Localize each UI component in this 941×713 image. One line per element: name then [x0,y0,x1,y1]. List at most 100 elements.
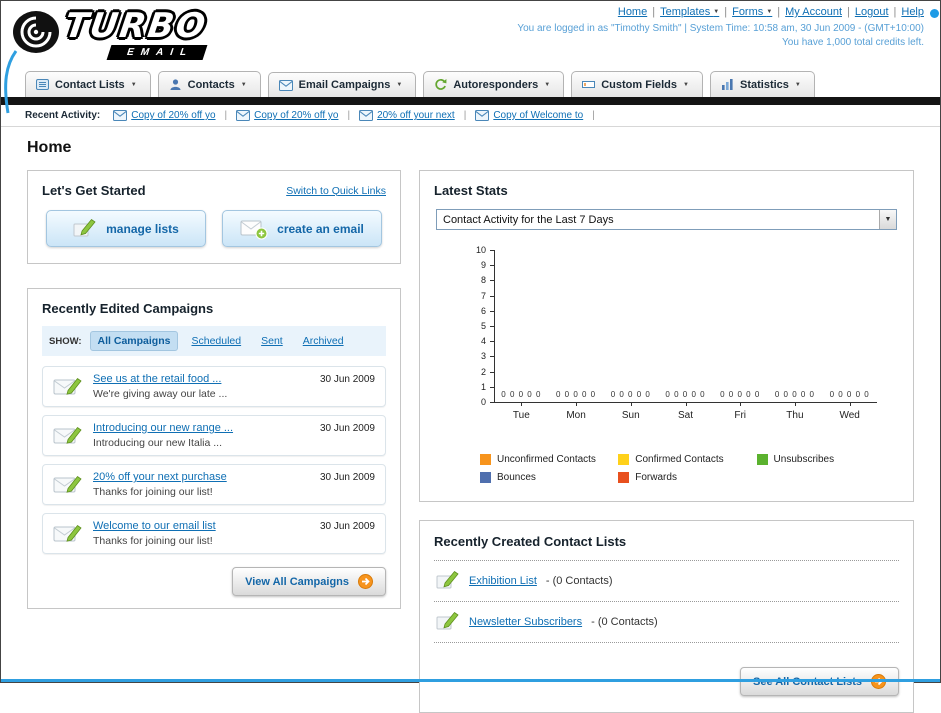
contact-list-items: Exhibition List - (0 Contacts) Newsletter … [434,561,899,643]
campaign-filter-archived[interactable]: Archived [296,332,351,350]
campaign-filter-scheduled[interactable]: Scheduled [184,332,248,350]
nav-tab-label: Statistics [739,78,789,91]
credits-info: You have 1,000 total credits left. [782,37,924,48]
contact-lists-title: Recently Created Contact Lists [434,534,627,549]
x-axis-label: Sun [621,410,640,421]
campaign-subtitle: Introducing our new Italia ... [93,437,222,449]
separator: | [777,6,781,18]
nav-tab-label: Email Campaigns [298,79,391,91]
nav-tab-label: Custom Fields [601,78,678,91]
recent-activity-item[interactable]: 20% off your next [359,110,455,121]
x-tick [576,402,578,406]
top-link-templates[interactable]: Templates ▼ [660,6,719,18]
campaign-row: See us at the retail food ... We're givin… [42,366,386,407]
recent-activity-bar: Recent Activity: Copy of 20% off yo | Copy… [1,105,940,127]
legend-swatch [480,454,491,465]
show-label: SHOW: [49,335,82,347]
nav-tab-autoresponders[interactable]: Autoresponders ▼ [423,71,565,97]
campaign-title-link[interactable]: 20% off your next purchase [93,471,310,483]
campaign-title-link[interactable]: Welcome to our email list [93,520,310,532]
recent-activity-item[interactable]: Copy of 20% off yo [113,110,216,121]
legend-item: Bounces [480,472,618,483]
y-axis-label: 4 [480,336,486,347]
legend-label: Forwards [635,472,677,483]
nav-tab-email-campaigns[interactable]: Email Campaigns ▼ [267,72,417,97]
recent-activity-item-label: Copy of 20% off yo [254,110,339,121]
button-label: manage lists [106,221,179,236]
separator: | [847,6,850,18]
get-started-buttons: manage lists create an email [42,210,386,251]
content-area: Home Let's Get Started Switch to Quick L… [1,127,940,713]
contact-list-link[interactable]: Newsletter Subscribers [469,616,582,628]
switch-to-quick-links-link[interactable]: Switch to Quick Links [286,185,386,197]
y-tick [490,341,494,343]
x-tick [794,402,796,406]
x-tick [849,402,851,406]
campaign-info: Introducing our new range ... Introducing… [93,422,310,449]
y-axis-label: 10 [475,245,486,255]
logo-text: TURBO [62,6,210,46]
stats-period-select[interactable]: Contact Activity for the Last 7 Days ▼ [436,209,897,230]
campaign-row: Introducing our new range ... Introducing… [42,415,386,456]
campaign-date: 30 Jun 2009 [319,374,375,385]
chevron-down-icon: ▼ [794,81,801,88]
top-link-home[interactable]: Home [618,6,647,18]
y-axis-label: 9 [480,260,486,271]
y-tick [490,310,494,312]
campaign-filter-sent[interactable]: Sent [254,332,290,350]
x-axis-label: Thu [786,410,804,421]
campaign-filter-all-campaigns[interactable]: All Campaigns [89,331,179,351]
legend-item: Confirmed Contacts [618,454,756,465]
contact-list-count: - (0 Contacts) [545,575,613,587]
legend-item: Unsubscribes [756,454,895,465]
y-tick [490,250,494,251]
y-axis-label: 7 [480,290,486,301]
separator: | [724,6,728,18]
top-link-my-account[interactable]: My Account [785,6,842,18]
get-started-panel: Let's Get Started Switch to Quick Links … [27,170,401,264]
campaign-date: 30 Jun 2009 [319,521,375,532]
pencil-icon [73,218,97,240]
separator: | [652,6,656,18]
recent-activity-label: Recent Activity: [25,110,101,121]
chevron-down-icon: ▼ [130,81,137,88]
campaign-title-link[interactable]: Introducing our new range ... [93,422,310,434]
top-link-logout[interactable]: Logout [855,6,889,18]
top-link-help[interactable]: Help [901,6,924,18]
nav-tab-custom-fields[interactable]: Custom Fields ▼ [571,71,703,97]
y-tick [490,295,494,297]
app-logo[interactable]: TURBO EMAIL [9,4,289,66]
envelope-icon [236,110,251,121]
nav-tab-contacts[interactable]: Contacts ▼ [157,71,261,97]
pencil-icon [436,570,460,592]
manage-lists-button[interactable]: manage lists [46,210,206,247]
contact-list-count: - (0 Contacts) [591,616,658,628]
separator: | [347,110,351,121]
campaign-date: 30 Jun 2009 [319,472,375,483]
right-column: Latest Stats Contact Activity for the La… [419,170,914,713]
top-link-forms[interactable]: Forms ▼ [732,6,772,18]
legend-label: Unsubscribes [773,454,835,465]
legend-label: Confirmed Contacts [635,454,724,465]
logo-tail-decoration [1,49,23,120]
recent-activity-item[interactable]: Copy of 20% off yo [236,110,338,121]
y-axis-label: 2 [480,366,486,377]
recent-activity-item[interactable]: Copy of Welcome to [475,110,583,121]
contact-lists-icon [36,78,49,91]
campaign-subtitle: Thanks for joining our list! [93,535,213,547]
campaign-list: See us at the retail food ... We're givin… [42,366,386,554]
nav-tab-contact-lists[interactable]: Contact Lists ▼ [25,71,151,97]
contact-lists-panel: Recently Created Contact Lists Exhibitio… [419,520,914,713]
campaign-title-link[interactable]: See us at the retail food ... [93,373,310,385]
y-tick [490,371,494,373]
view-all-campaigns-button[interactable]: View All Campaigns [232,567,386,596]
y-tick [490,326,494,327]
y-tick [490,402,494,403]
legend-swatch [618,472,630,483]
contact-list-link[interactable]: Exhibition List [469,575,537,587]
autoresponders-icon [434,78,447,91]
create-an-email-button[interactable]: create an email [222,210,382,247]
nav-tab-statistics[interactable]: Statistics ▼ [709,71,815,97]
latest-stats-panel: Latest Stats Contact Activity for the La… [419,170,914,502]
page-title: Home [27,139,72,156]
